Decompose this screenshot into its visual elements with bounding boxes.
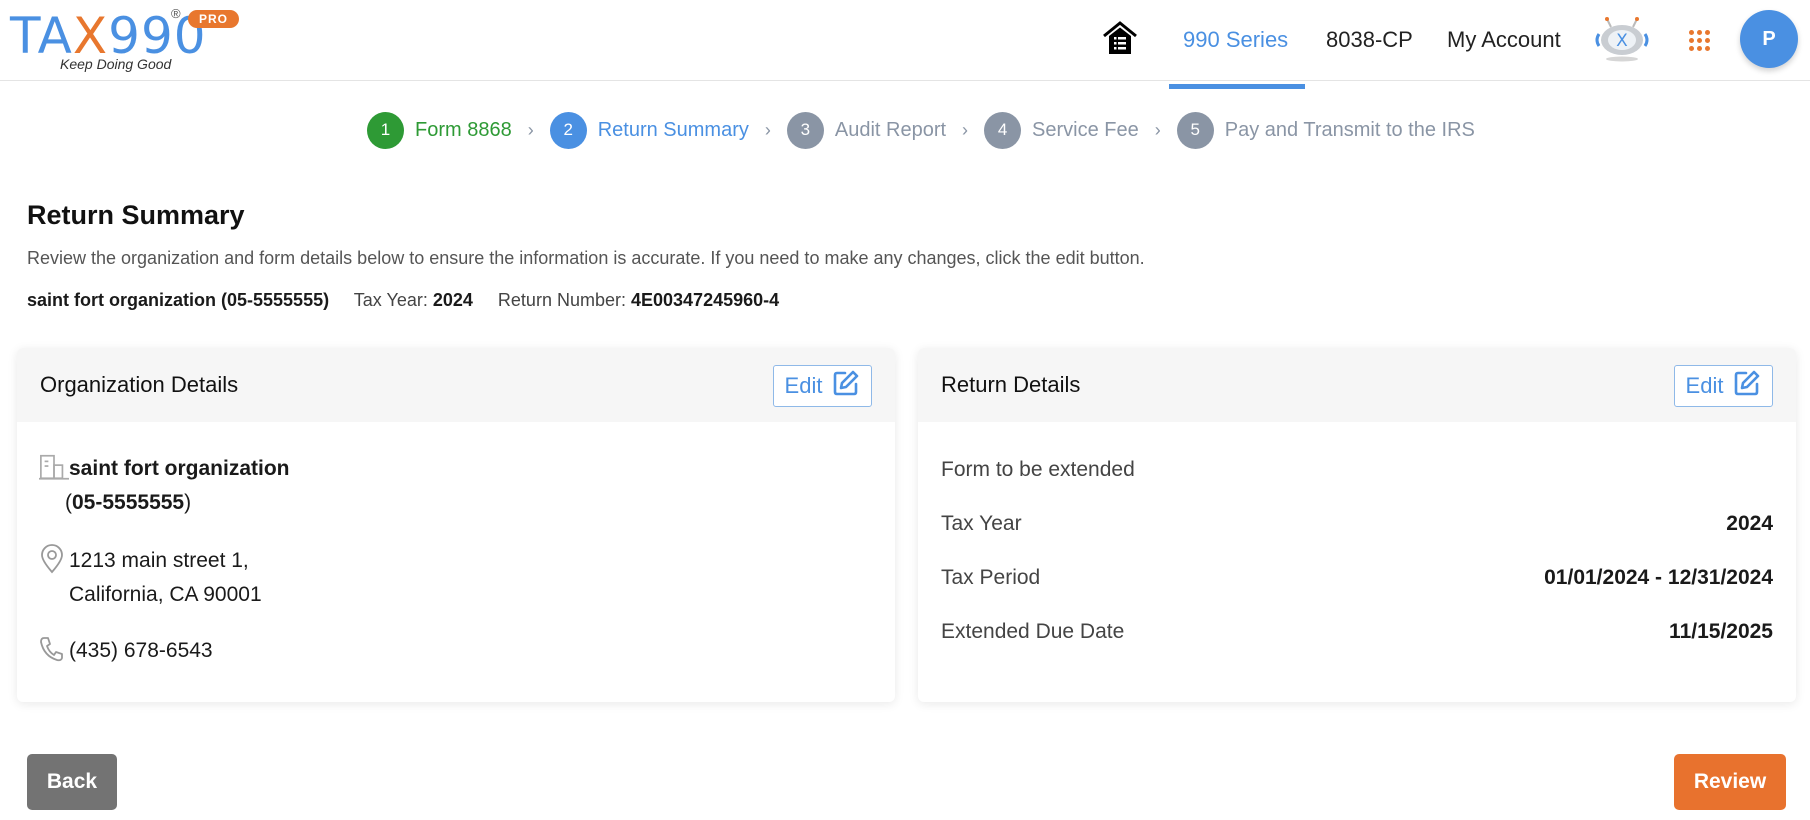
org-address-row: 1213 main street 1, California, CA 90001 — [39, 544, 262, 612]
step-pay-transmit: 5 Pay and Transmit to the IRS — [1176, 111, 1475, 149]
address-line-1: 1213 main street 1, — [69, 549, 249, 572]
tax-year-value: 2024 — [432, 290, 473, 310]
edit-return-button[interactable]: Edit — [1674, 365, 1773, 407]
card-title: Organization Details — [40, 372, 239, 397]
step-number: 5 — [1176, 111, 1214, 149]
tax-year-label: Tax Year: — [353, 290, 428, 310]
phone-icon — [39, 634, 69, 664]
step-label: Form 8868 — [415, 118, 512, 141]
chevron-right-icon: › — [1154, 119, 1161, 140]
org-name-ein: saint fort organization (05-5555555) — [27, 290, 330, 310]
org-ein: 05-5555555 — [72, 491, 185, 514]
edit-organization-button[interactable]: Edit — [773, 365, 872, 407]
nav-home[interactable] — [1098, 0, 1142, 80]
step-label: Audit Report — [834, 118, 947, 141]
return-row-tax-year: Tax Year 2024 — [941, 512, 1773, 536]
svg-text:X: X — [1616, 31, 1628, 51]
step-number: 4 — [984, 111, 1022, 149]
row-label: Tax Period — [941, 566, 1041, 589]
return-number-label: Return Number: — [497, 290, 626, 310]
back-button[interactable]: Back — [27, 754, 117, 810]
building-icon — [39, 452, 69, 482]
return-meta-line: saint fort organization (05-5555555) Tax… — [27, 290, 779, 311]
location-pin-icon — [39, 544, 69, 574]
user-avatar[interactable]: P — [1740, 10, 1798, 68]
nav-my-account[interactable]: My Account — [1447, 0, 1561, 80]
row-label: Tax Year — [941, 512, 1022, 535]
row-value: 11/15/2025 — [1669, 620, 1773, 643]
row-label: Form to be extended — [941, 458, 1135, 481]
row-value: 2024 — [1726, 512, 1773, 535]
step-label: Service Fee — [1032, 118, 1139, 141]
return-row-due-date: Extended Due Date 11/15/2025 — [941, 620, 1773, 644]
edit-label: Edit — [1685, 373, 1724, 398]
organization-details-card: Organization Details Edit saint fort org… — [17, 348, 895, 702]
card-header: Return Details Edit — [918, 348, 1796, 422]
progress-stepper: 1 Form 8868 › 2 Return Summary › 3 Audit… — [367, 111, 1475, 149]
page-title: Return Summary — [27, 200, 245, 230]
edit-pencil-icon — [1733, 369, 1761, 403]
review-button[interactable]: Review — [1674, 754, 1786, 810]
nav-apps[interactable] — [1684, 0, 1714, 80]
row-label: Extended Due Date — [941, 620, 1125, 643]
row-value: 01/01/2024 - 12/31/2024 — [1544, 566, 1773, 589]
step-service-fee: 4 Service Fee — [984, 111, 1139, 149]
return-number-value: 4E00347245960-4 — [631, 290, 780, 310]
return-row-tax-period: Tax Period 01/01/2024 - 12/31/2024 — [941, 566, 1773, 590]
step-form-8868[interactable]: 1 Form 8868 — [367, 111, 512, 149]
chevron-right-icon: › — [764, 119, 771, 140]
return-details-card: Return Details Edit Form to be extended … — [918, 348, 1796, 702]
pro-badge: PRO — [188, 10, 240, 28]
logo-tagline: Keep Doing Good — [60, 56, 172, 72]
edit-label: Edit — [784, 373, 823, 398]
org-phone-row: (435) 678-6543 — [39, 634, 213, 668]
card-title: Return Details — [941, 372, 1081, 397]
tax-bot-icon: X — [1595, 13, 1649, 68]
nav-990-series[interactable]: 990 Series — [1183, 0, 1288, 80]
step-audit-report: 3 Audit Report — [786, 111, 947, 149]
edit-pencil-icon — [832, 369, 860, 403]
address-line-2: California, CA 90001 — [69, 583, 262, 606]
step-number: 3 — [786, 111, 824, 149]
step-label: Pay and Transmit to the IRS — [1224, 118, 1475, 141]
registered-mark: ® — [171, 6, 181, 21]
step-number: 1 — [367, 111, 404, 149]
org-name-row: saint fort organization (05-5555555) — [39, 452, 290, 520]
home-list-icon — [1100, 19, 1140, 62]
tax990-logo[interactable]: TAX990 ® PRO Keep Doing Good — [8, 4, 248, 74]
apps-grid-icon — [1688, 29, 1710, 51]
org-phone: (435) 678-6543 — [69, 639, 213, 662]
chevron-right-icon: › — [527, 119, 534, 140]
page-description: Review the organization and form details… — [27, 248, 1145, 268]
chevron-right-icon: › — [962, 119, 969, 140]
step-number: 2 — [549, 111, 587, 149]
nav-8038-cp[interactable]: 8038-CP — [1326, 0, 1413, 80]
step-label: Return Summary — [597, 118, 749, 141]
step-return-summary[interactable]: 2 Return Summary — [549, 111, 749, 149]
return-row-form: Form to be extended — [941, 458, 1773, 482]
top-header: TAX990 ® PRO Keep Doing Good 990 Series … — [0, 0, 1810, 81]
card-header: Organization Details Edit — [17, 348, 895, 422]
nav-tax-bot[interactable]: X — [1594, 0, 1650, 80]
org-name: saint fort organization — [69, 457, 290, 480]
active-nav-indicator — [1169, 84, 1305, 89]
